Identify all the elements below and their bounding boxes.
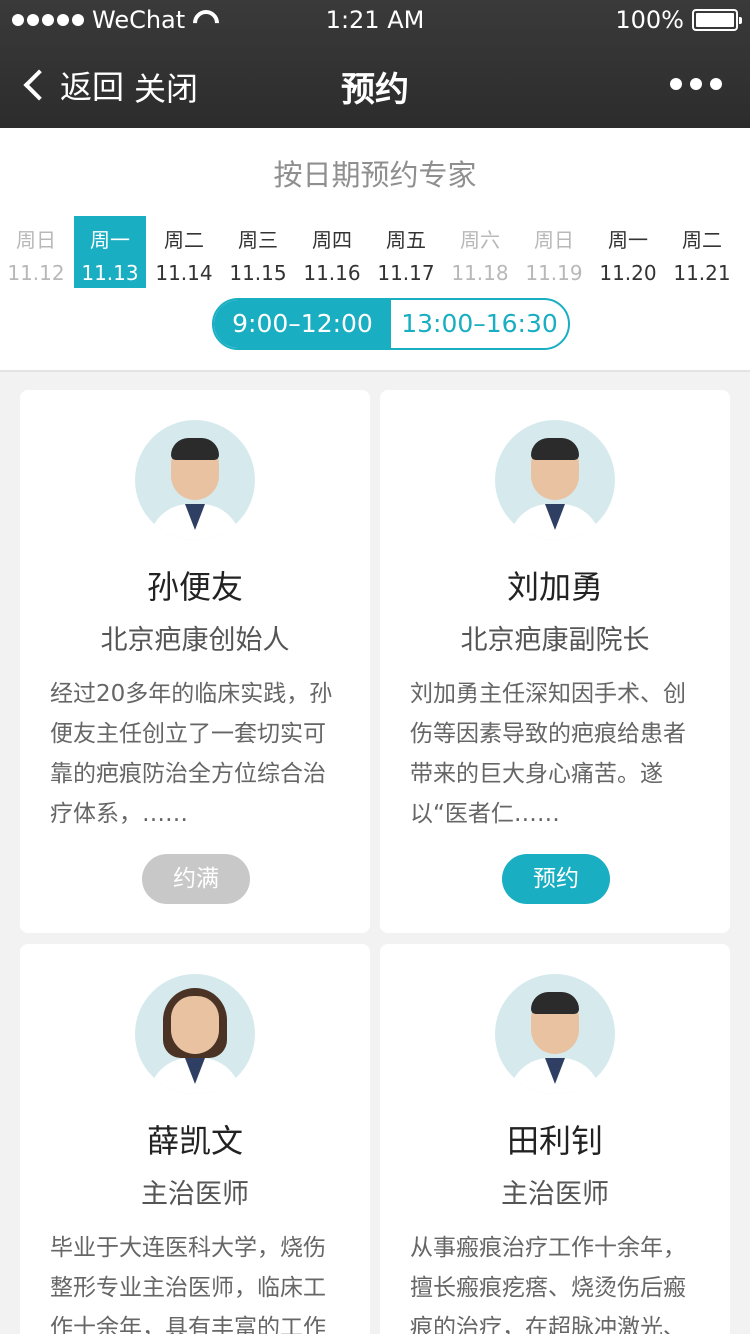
day-item[interactable]: 周四 11.16 [296, 216, 368, 288]
time-slot-toggle: 9:00–12:00 13:00–16:30 [212, 298, 570, 350]
fully-booked-button[interactable]: 约满 [142, 854, 250, 904]
doctor-name: 薛凯文 [146, 1122, 243, 1160]
top-bar: WeChat 1:21 AM 100% 返回 关闭 预约 [0, 0, 750, 128]
doctor-card[interactable]: 孙便友 北京疤康创始人 经过20多年的临床实践，孙便友主任创立了一套切实可靠的疤… [20, 390, 370, 933]
doctor-avatar [135, 974, 255, 1094]
day-item[interactable]: 周日 11.12 [0, 216, 72, 288]
day-item[interactable]: 周二 11.21 [666, 216, 738, 288]
doctor-name: 田利钊 [506, 1122, 603, 1160]
doctor-avatar [495, 974, 615, 1094]
day-item[interactable]: 周日 11.19 [518, 216, 590, 288]
day-item[interactable]: 周一 11.13 [74, 216, 146, 288]
battery-icon [692, 9, 742, 31]
doctor-name: 孙便友 [146, 568, 243, 606]
doctor-description: 刘加勇主任深知因手术、创伤等因素导致的疤痕给患者带来的巨大身心痛苦。遂以“医者仁… [410, 681, 686, 827]
day-item[interactable]: 周六 11.18 [444, 216, 516, 288]
day-item[interactable]: 周二 11.14 [148, 216, 220, 288]
day-item[interactable]: 周三 11.15 [222, 216, 294, 288]
day-item[interactable]: 周五 11.17 [370, 216, 442, 288]
doctor-title: 北京疤康副院长 [460, 625, 650, 656]
doctor-card[interactable]: 刘加勇 北京疤康副院长 刘加勇主任深知因手术、创伤等因素导致的疤痕给患者带来的巨… [380, 390, 730, 933]
day-item[interactable]: 周一 11.20 [592, 216, 664, 288]
more-icon[interactable] [670, 78, 722, 90]
date-section-heading: 按日期预约专家 [273, 158, 477, 192]
page-title: 预约 [341, 70, 409, 110]
doctor-description: 经过20多年的临床实践，孙便友主任创立了一套切实可靠的疤痕防治全方位综合治疗体系… [50, 681, 333, 827]
time-slot-afternoon[interactable]: 13:00–16:30 [391, 300, 568, 348]
doctor-avatar [495, 420, 615, 540]
doctor-description: 从事瘢痕治疗工作十余年，擅长瘢痕疙瘩、烧烫伤后瘢痕的治疗，在超脉冲激光、 [410, 1235, 686, 1334]
doctor-avatar [135, 420, 255, 540]
doctor-title: 主治医师 [141, 1179, 249, 1210]
status-bar: WeChat 1:21 AM 100% [0, 0, 750, 40]
date-picker-section: 按日期预约专家 周日 11.12 周一 11.13 周二 11.14 周三 11.15 … [0, 128, 750, 372]
book-appointment-button[interactable]: 预约 [502, 854, 610, 904]
doctor-description: 毕业于大连医科大学，烧伤整形专业主治医师，临床工作十余年，具有丰富的工作 [50, 1235, 326, 1334]
battery-percent: 100% [615, 6, 684, 34]
doctor-name: 刘加勇 [506, 568, 603, 606]
doctor-title: 主治医师 [501, 1179, 609, 1210]
navigation-bar: 返回 关闭 预约 [0, 40, 750, 128]
doctor-card[interactable]: 田利钊 主治医师 从事瘢痕治疗工作十余年，擅长瘢痕疙瘩、烧烫伤后瘢痕的治疗，在超… [380, 944, 730, 1334]
doctor-card[interactable]: 薛凯文 主治医师 毕业于大连医科大学，烧伤整形专业主治医师，临床工作十余年，具有… [20, 944, 370, 1334]
time-slot-morning[interactable]: 9:00–12:00 [214, 300, 391, 348]
day-selector: 周日 11.12 周一 11.13 周二 11.14 周三 11.15 周四 11.16 … [0, 216, 750, 288]
doctor-title: 北京疤康创始人 [100, 625, 290, 656]
